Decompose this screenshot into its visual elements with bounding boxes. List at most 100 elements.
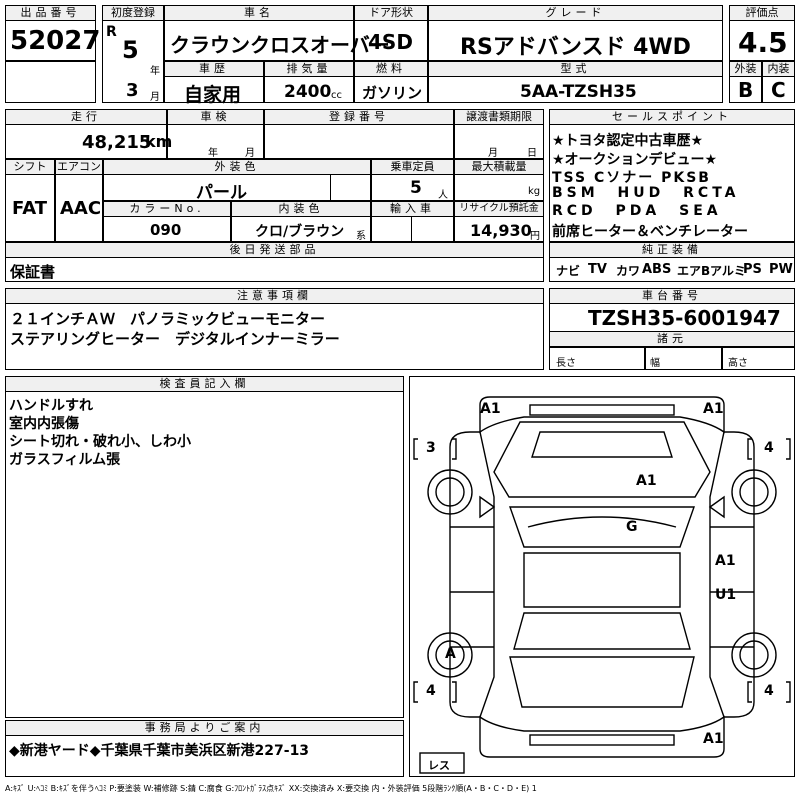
mileage-label: 走行	[5, 109, 167, 125]
recycle: 14,930	[470, 221, 532, 240]
mark-spare: レス	[428, 759, 450, 772]
equipment-item: カワ	[616, 264, 641, 278]
name-label: 車名	[164, 5, 354, 21]
color-divider	[330, 175, 331, 201]
recycle-unit: 円	[530, 231, 540, 242]
mark-front-right: A1	[703, 401, 724, 417]
score: 4.5	[738, 26, 788, 59]
exterior-grade: B	[738, 78, 754, 102]
exterior-label: 外装	[729, 61, 762, 77]
mark-front-left: A1	[480, 401, 501, 417]
capacity-unit: 人	[438, 190, 448, 201]
lot-label: 出品番号	[5, 5, 96, 21]
load-unit: kg	[528, 186, 541, 197]
inspection-month-unit: 月	[245, 148, 255, 159]
notes-line: ステアリングヒーター デジタルインナーミラー	[10, 330, 340, 348]
car-diagram: A1 A1 3 4 A1 G A1 U1 A 4 4 A1 レス	[409, 376, 795, 777]
office-text: ◆新港ヤード◆千葉県千葉市美浜区新港227-13	[9, 743, 310, 759]
import-label: 輸入車	[371, 201, 454, 217]
capacity-label: 乗車定員	[371, 159, 454, 175]
lot-blank	[5, 61, 96, 103]
first-reg-month: 3	[126, 80, 139, 101]
model: 5AA-TZSH35	[520, 82, 637, 102]
inspector-label: 検査員記入欄	[5, 376, 404, 392]
equipment-item: ABS	[642, 262, 672, 277]
interior-grade: C	[771, 78, 786, 102]
inspector-line: シート切れ・破れ小、しわ小	[9, 434, 191, 450]
load-label: 最大積載量	[454, 159, 544, 175]
score-label: 評価点	[729, 5, 795, 21]
int-color-label: 内装色	[231, 201, 371, 217]
equipment-item: PW	[769, 262, 793, 277]
chassis-label: 車台番号	[549, 288, 795, 304]
equipment-label: 純正装備	[549, 242, 795, 258]
fuel-label: 燃料	[354, 61, 428, 77]
transfer-label: 譲渡書類期限	[454, 109, 544, 125]
recycle-label: リサイクル預託金	[454, 201, 544, 217]
color: パール	[196, 183, 247, 203]
transfer-day-unit: 日	[527, 148, 537, 159]
equipment-item: ナビ	[556, 264, 581, 278]
history: 自家用	[184, 84, 242, 106]
grade: RSアドバンスド 4WD	[460, 35, 691, 60]
notes-label: 注意事項欄	[5, 288, 544, 304]
mileage: 48,215	[82, 132, 152, 153]
equipment-item: アルミ	[710, 264, 746, 278]
mark-windshield: G	[626, 519, 638, 535]
mark-tire-fr: 4	[764, 440, 774, 456]
plate-label: 登録番号	[264, 109, 454, 125]
chassis-number: TZSH35-6001947	[588, 306, 781, 330]
model-label: 型式	[428, 61, 723, 77]
transfer-month-unit: 月	[488, 148, 498, 159]
year-unit: 年	[150, 66, 160, 77]
color-no-label: カラーNo.	[103, 201, 231, 217]
mark-tire-fl: 3	[426, 440, 436, 456]
capacity: 5	[410, 178, 422, 198]
lot-number: 52027	[10, 26, 101, 56]
mark-right-front-door: A1	[715, 553, 736, 569]
first-reg-label: 初度登録	[102, 5, 164, 21]
notes-line: ２１インチＡＷ パノラミックビューモニター	[10, 310, 326, 328]
interior-label: 内装	[762, 61, 795, 77]
fuel: ガソリン	[362, 84, 423, 102]
later-parts-label: 後日発送部品	[5, 242, 544, 258]
history-label: 車歴	[164, 61, 264, 77]
mark-tire-rr: 4	[764, 683, 774, 699]
sales-point-line: ★トヨタ認定中古車歴★	[552, 133, 704, 149]
equipment-item: エアB	[677, 264, 711, 278]
displacement: 2400	[284, 82, 332, 102]
inspection-label: 車検	[167, 109, 264, 125]
office-label: 事務局よりご案内	[5, 720, 404, 736]
ac-label: エアコン	[55, 159, 103, 175]
equipment-item: PS	[743, 262, 762, 277]
shift-label: シフト	[5, 159, 55, 175]
car-outline	[413, 396, 791, 774]
sales-point-line: ★オークションデビュー★	[552, 152, 718, 168]
first-reg-year: 5	[122, 36, 139, 64]
month-unit: 月	[150, 92, 160, 103]
grade-label: グレード	[428, 5, 723, 21]
displacement-label: 排気量	[264, 61, 354, 77]
shift: FAT	[12, 198, 48, 219]
dims-label: 諸元	[549, 331, 795, 347]
import-divider	[411, 217, 412, 242]
height-label: 高さ	[728, 358, 748, 369]
color-no: 090	[150, 221, 182, 239]
inspection-year-unit: 年	[208, 148, 218, 159]
mark-hood: A1	[636, 473, 657, 489]
era: R	[106, 24, 117, 40]
equipment-item: TV	[588, 262, 607, 277]
mark-right-rear-door: U1	[715, 587, 737, 603]
inspector-line: ハンドルすれ	[9, 398, 93, 414]
sales-point-line: 前席ヒーター＆ベンチレーター	[552, 224, 748, 240]
int-color-unit: 系	[356, 231, 366, 242]
sales-points-label: セールスポイント	[549, 109, 795, 125]
mark-tire-rl: 4	[426, 683, 436, 699]
inspector-line: 室内内張傷	[9, 416, 79, 432]
width-label: 幅	[650, 358, 660, 369]
ac: AAC	[60, 198, 102, 219]
sales-point-line: RCD PDA SEA	[552, 203, 722, 219]
int-color: クロ/ブラウン	[255, 224, 345, 240]
displacement-unit: cc	[331, 90, 342, 101]
sales-point-line: BSM HUD RCTA	[552, 185, 740, 201]
